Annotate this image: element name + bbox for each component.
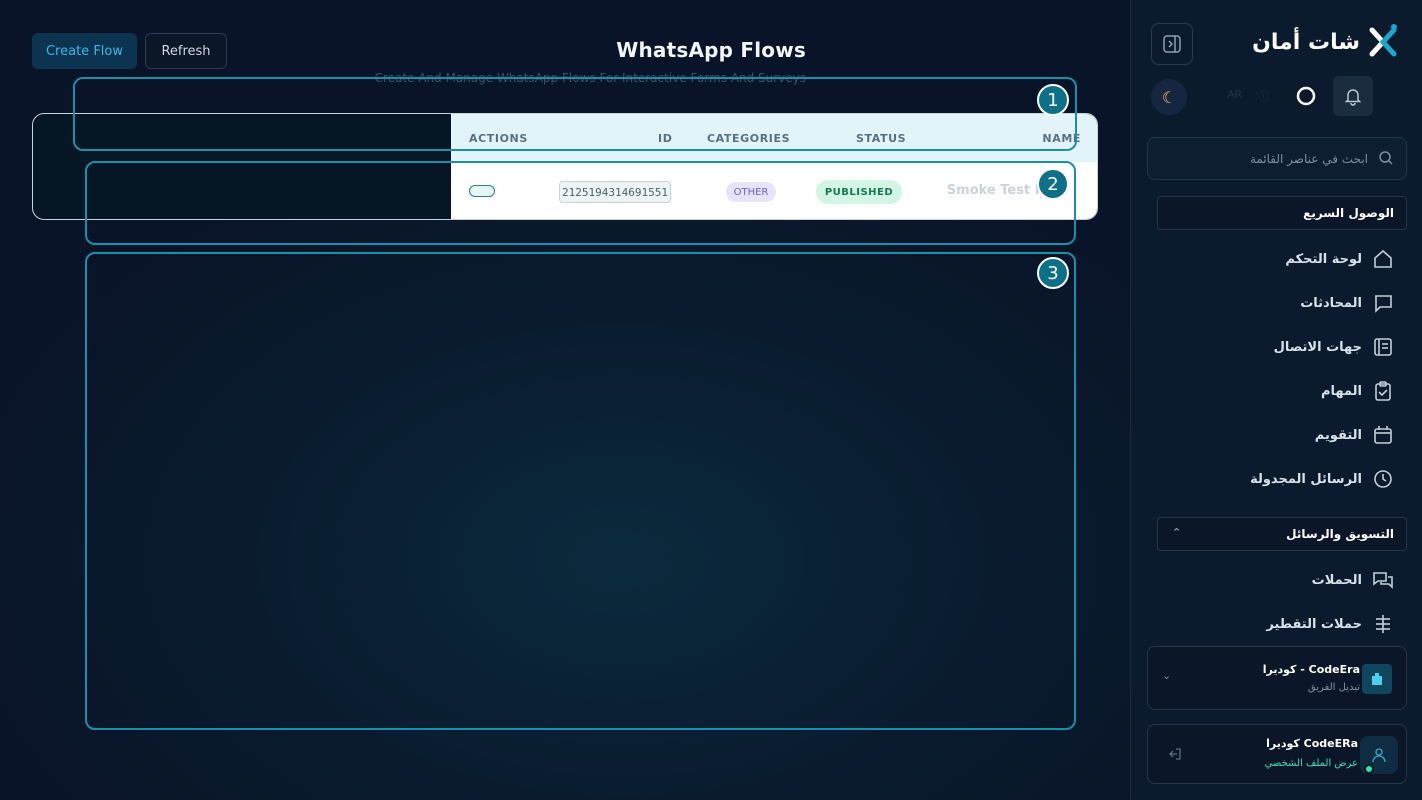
team-switcher[interactable]: ⌄ كوديرا - CodeEra تبديل الفريق bbox=[1147, 646, 1407, 710]
sidebar-item-label: المحادثات bbox=[1300, 295, 1362, 311]
highlight-number-2: 2 bbox=[1037, 168, 1069, 200]
sidebar-item-drip-campaigns[interactable]: حملات التقطير bbox=[1266, 610, 1394, 638]
chevron-up-icon[interactable]: ⌃ bbox=[1172, 526, 1181, 539]
user-profile-card[interactable]: كوديرا CodeERa عرض الملف الشخصي bbox=[1147, 724, 1407, 784]
contacts-icon bbox=[1374, 338, 1392, 356]
building-icon bbox=[1372, 673, 1382, 685]
online-status-dot bbox=[1364, 764, 1374, 774]
refresh-button[interactable]: Refresh bbox=[145, 33, 227, 69]
ring-icon bbox=[1296, 86, 1316, 106]
quick-access-section[interactable]: الوصول السريع bbox=[1157, 196, 1407, 230]
notifications-button[interactable] bbox=[1333, 76, 1373, 116]
menu-search-input[interactable] bbox=[1158, 138, 1368, 179]
highlight-region-2 bbox=[85, 161, 1076, 245]
panel-toggle-icon bbox=[1163, 35, 1181, 53]
sidebar-item-label: لوحة التحكم bbox=[1285, 251, 1362, 267]
clock-icon bbox=[1374, 470, 1392, 488]
sidebar-item-label: الرسائل المجدولة bbox=[1250, 471, 1362, 487]
sidebar-item-label: التقويم bbox=[1314, 427, 1362, 443]
logout-icon[interactable] bbox=[1168, 747, 1182, 761]
quick-access-label: الوصول السريع bbox=[1303, 206, 1394, 220]
sidebar-collapse-button[interactable] bbox=[1151, 23, 1193, 65]
highlight-number-1: 1 bbox=[1037, 84, 1069, 116]
team-name: كوديرا - CodeEra bbox=[1262, 663, 1360, 676]
sidebar-item-calendar[interactable]: التقويم bbox=[1315, 421, 1394, 449]
sidebar-item-tasks[interactable]: المهام bbox=[1321, 377, 1394, 405]
highlight-region-3 bbox=[85, 252, 1076, 730]
info-icon[interactable]: ⓘ bbox=[1258, 88, 1269, 104]
marketing-section[interactable]: ⌃ التسويق والرسائل bbox=[1157, 517, 1407, 551]
sidebar-item-label: حملات التقطير bbox=[1266, 616, 1362, 632]
sidebar-item-dashboard[interactable]: لوحة التحكم bbox=[1285, 245, 1394, 273]
user-name: كوديرا CodeERa bbox=[1266, 737, 1358, 750]
main-content: Create Flow Refresh WhatsApp Flows Creat… bbox=[0, 0, 1130, 800]
brand-logo: شات أمان bbox=[1252, 22, 1398, 62]
marketing-label: التسويق والرسائل bbox=[1286, 527, 1394, 541]
sidebar-item-conversations[interactable]: المحادثات bbox=[1300, 289, 1394, 317]
search-icon bbox=[1379, 151, 1393, 165]
sidebar-item-label: المهام bbox=[1320, 383, 1362, 399]
highlight-number-3: 3 bbox=[1037, 257, 1069, 289]
bell-icon bbox=[1344, 89, 1362, 106]
sidebar: شات أمان ☾ AR ⓘ الوصول السريع لوحة التحك… bbox=[1130, 0, 1422, 800]
view-profile-link[interactable]: عرض الملف الشخصي bbox=[1265, 758, 1358, 769]
calendar-icon bbox=[1374, 426, 1392, 444]
create-flow-button[interactable]: Create Flow bbox=[32, 33, 137, 69]
messages-icon bbox=[1373, 572, 1393, 589]
sidebar-item-label: جهات الاتصال bbox=[1273, 339, 1362, 355]
sidebar-item-contacts[interactable]: جهات الاتصال bbox=[1274, 333, 1394, 361]
highlight-region-1 bbox=[73, 77, 1077, 151]
sidebar-item-scheduled-messages[interactable]: الرسائل المجدولة bbox=[1250, 465, 1394, 493]
team-icon bbox=[1362, 664, 1392, 694]
menu-search[interactable] bbox=[1147, 137, 1407, 180]
moon-icon: ☾ bbox=[1161, 87, 1177, 107]
clipboard-check-icon bbox=[1375, 381, 1391, 401]
team-switch-label: تبديل الفريق bbox=[1307, 682, 1360, 693]
language-toggle[interactable]: AR bbox=[1227, 88, 1242, 101]
page-title: WhatsApp Flows bbox=[616, 38, 806, 62]
drip-icon bbox=[1376, 615, 1390, 633]
brand-name: شات أمان bbox=[1252, 29, 1360, 55]
theme-toggle-button[interactable]: ☾ bbox=[1151, 79, 1187, 115]
chat-icon bbox=[1375, 295, 1392, 313]
chevron-down-icon: ⌄ bbox=[1162, 669, 1172, 682]
user-icon bbox=[1372, 748, 1386, 763]
sidebar-item-campaigns[interactable]: الحملات bbox=[1312, 566, 1394, 594]
home-icon bbox=[1374, 249, 1392, 268]
logo-mark-icon bbox=[1369, 24, 1397, 57]
sidebar-item-label: الحملات bbox=[1311, 572, 1362, 588]
status-button[interactable] bbox=[1288, 78, 1324, 114]
